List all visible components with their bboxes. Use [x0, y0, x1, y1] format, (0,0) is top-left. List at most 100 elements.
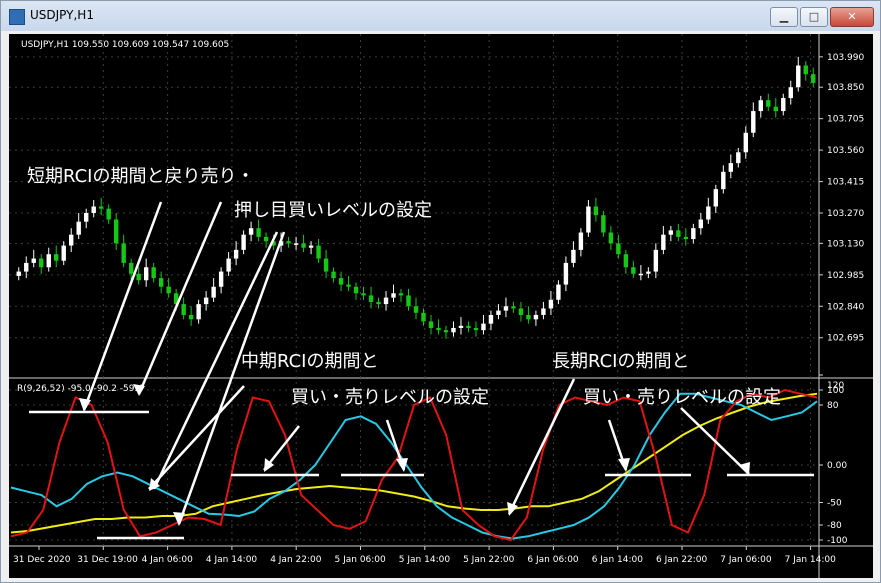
candle-body — [691, 228, 696, 240]
candle-body — [788, 87, 793, 99]
candle-body — [241, 234, 246, 250]
candle-body — [368, 295, 374, 302]
candle-body — [331, 271, 336, 279]
candle-body — [308, 245, 314, 248]
candle-body — [616, 243, 621, 255]
candle-body — [503, 306, 509, 311]
candle-body — [24, 262, 29, 272]
candle-body — [811, 74, 816, 83]
time-tick-label: 4 Jan 22:00 — [270, 555, 322, 565]
candle-body — [218, 271, 224, 287]
candle-body — [151, 267, 156, 279]
price-tick-label: 103.850 — [827, 83, 864, 93]
candle-body — [518, 308, 524, 315]
title-bar[interactable]: USDJPY,H1 ▁ □ ✕ — [1, 1, 880, 31]
candle-body — [143, 267, 149, 281]
candle-body — [54, 254, 59, 261]
candle-body — [481, 323, 486, 331]
time-tick-label: 31 Dec 19:00 — [77, 555, 138, 565]
candle-body — [196, 304, 201, 320]
candle-body — [211, 286, 216, 298]
price-tick-label: 102.985 — [827, 271, 864, 281]
candle-body — [458, 325, 464, 328]
candle-body — [323, 258, 329, 272]
candle-body — [136, 273, 141, 281]
candle-body — [773, 106, 778, 112]
candle-body — [736, 152, 741, 164]
candle-body — [466, 325, 471, 328]
candle-body — [766, 100, 771, 107]
price-tick-label: 102.695 — [827, 334, 864, 344]
chart-window-icon — [9, 9, 25, 25]
annotation-mid-line2: 買い・売りレベルの設定 — [291, 387, 489, 408]
annotation-mid-line1: 中期RCIの期間と — [241, 351, 379, 372]
candle-body — [803, 65, 808, 75]
candle-body — [758, 100, 763, 112]
candle-body — [413, 306, 419, 313]
candle-body — [158, 278, 164, 287]
candle-body — [106, 208, 111, 220]
close-button[interactable]: ✕ — [830, 7, 874, 27]
candle-body — [69, 234, 74, 246]
indicator-label: R(9,26,52) -95.0 -90.2 -59.4 — [17, 384, 143, 394]
candle-body — [421, 312, 426, 322]
time-tick-label: 5 Jan 06:00 — [335, 555, 387, 565]
candle-body — [233, 249, 239, 259]
candle-body — [188, 314, 194, 320]
price-tick-label: 103.415 — [827, 178, 864, 188]
candle-body — [668, 230, 674, 235]
candle-body — [353, 286, 359, 294]
candle-body — [511, 306, 516, 309]
time-tick-label: 5 Jan 22:00 — [463, 555, 515, 565]
candle-body — [496, 310, 501, 315]
candle-body — [578, 232, 584, 250]
candle-body — [226, 258, 231, 272]
candle-body — [751, 111, 756, 133]
chart-area[interactable]: 103.990 103.850 103.705 103.560 103.415 103.2… — [9, 34, 873, 578]
candle-body — [683, 236, 689, 240]
time-tick-label: 4 Jan 14:00 — [206, 555, 258, 565]
candle-body — [91, 206, 96, 214]
candle-body — [346, 284, 351, 287]
candle-body — [451, 327, 456, 333]
candle-body — [721, 171, 726, 190]
candle-body — [781, 98, 786, 112]
indicator-tick-label: 80 — [827, 401, 839, 411]
candle-body — [631, 267, 636, 274]
candle-body — [676, 230, 681, 237]
candle-body — [586, 206, 591, 233]
candle-body — [113, 219, 119, 244]
candle-body — [743, 132, 748, 153]
candle-body — [76, 221, 81, 235]
candle-body — [653, 249, 659, 272]
candle-body — [623, 254, 629, 268]
chart-window: USDJPY,H1 ▁ □ ✕ 103.990 103.850 103.705 103… — [0, 0, 881, 583]
symbol-info: USDJPY,H1 109.550 109.609 109.547 109.60… — [21, 40, 229, 50]
time-tick-label: 7 Jan 14:00 — [785, 555, 837, 565]
time-tick-label: 6 Jan 06:00 — [527, 555, 579, 565]
maximize-button[interactable]: □ — [800, 7, 828, 27]
price-tick-label: 103.270 — [827, 209, 864, 219]
candle-body — [428, 321, 434, 328]
candle-body — [796, 65, 801, 88]
candle-body — [436, 327, 441, 331]
price-tick-label: 103.130 — [827, 239, 864, 249]
candle-body — [84, 213, 89, 222]
price-tick-label: 103.560 — [827, 146, 864, 156]
candle-body — [571, 249, 576, 263]
candle-body — [526, 314, 531, 320]
candle-body — [46, 254, 51, 268]
candle-body — [286, 241, 291, 244]
candle-body — [293, 243, 299, 245]
time-tick-label: 5 Jan 14:00 — [399, 555, 451, 565]
time-tick-label: 6 Jan 14:00 — [592, 555, 644, 565]
candle-body — [563, 262, 569, 285]
time-tick-label: 6 Jan 22:00 — [656, 555, 708, 565]
candle-body — [698, 219, 704, 229]
candle-body — [728, 163, 734, 172]
minimize-button[interactable]: ▁ — [770, 7, 798, 27]
candle-body — [548, 299, 554, 309]
candle-body — [128, 262, 134, 274]
candle-body — [338, 278, 344, 285]
candle-body — [301, 243, 306, 248]
